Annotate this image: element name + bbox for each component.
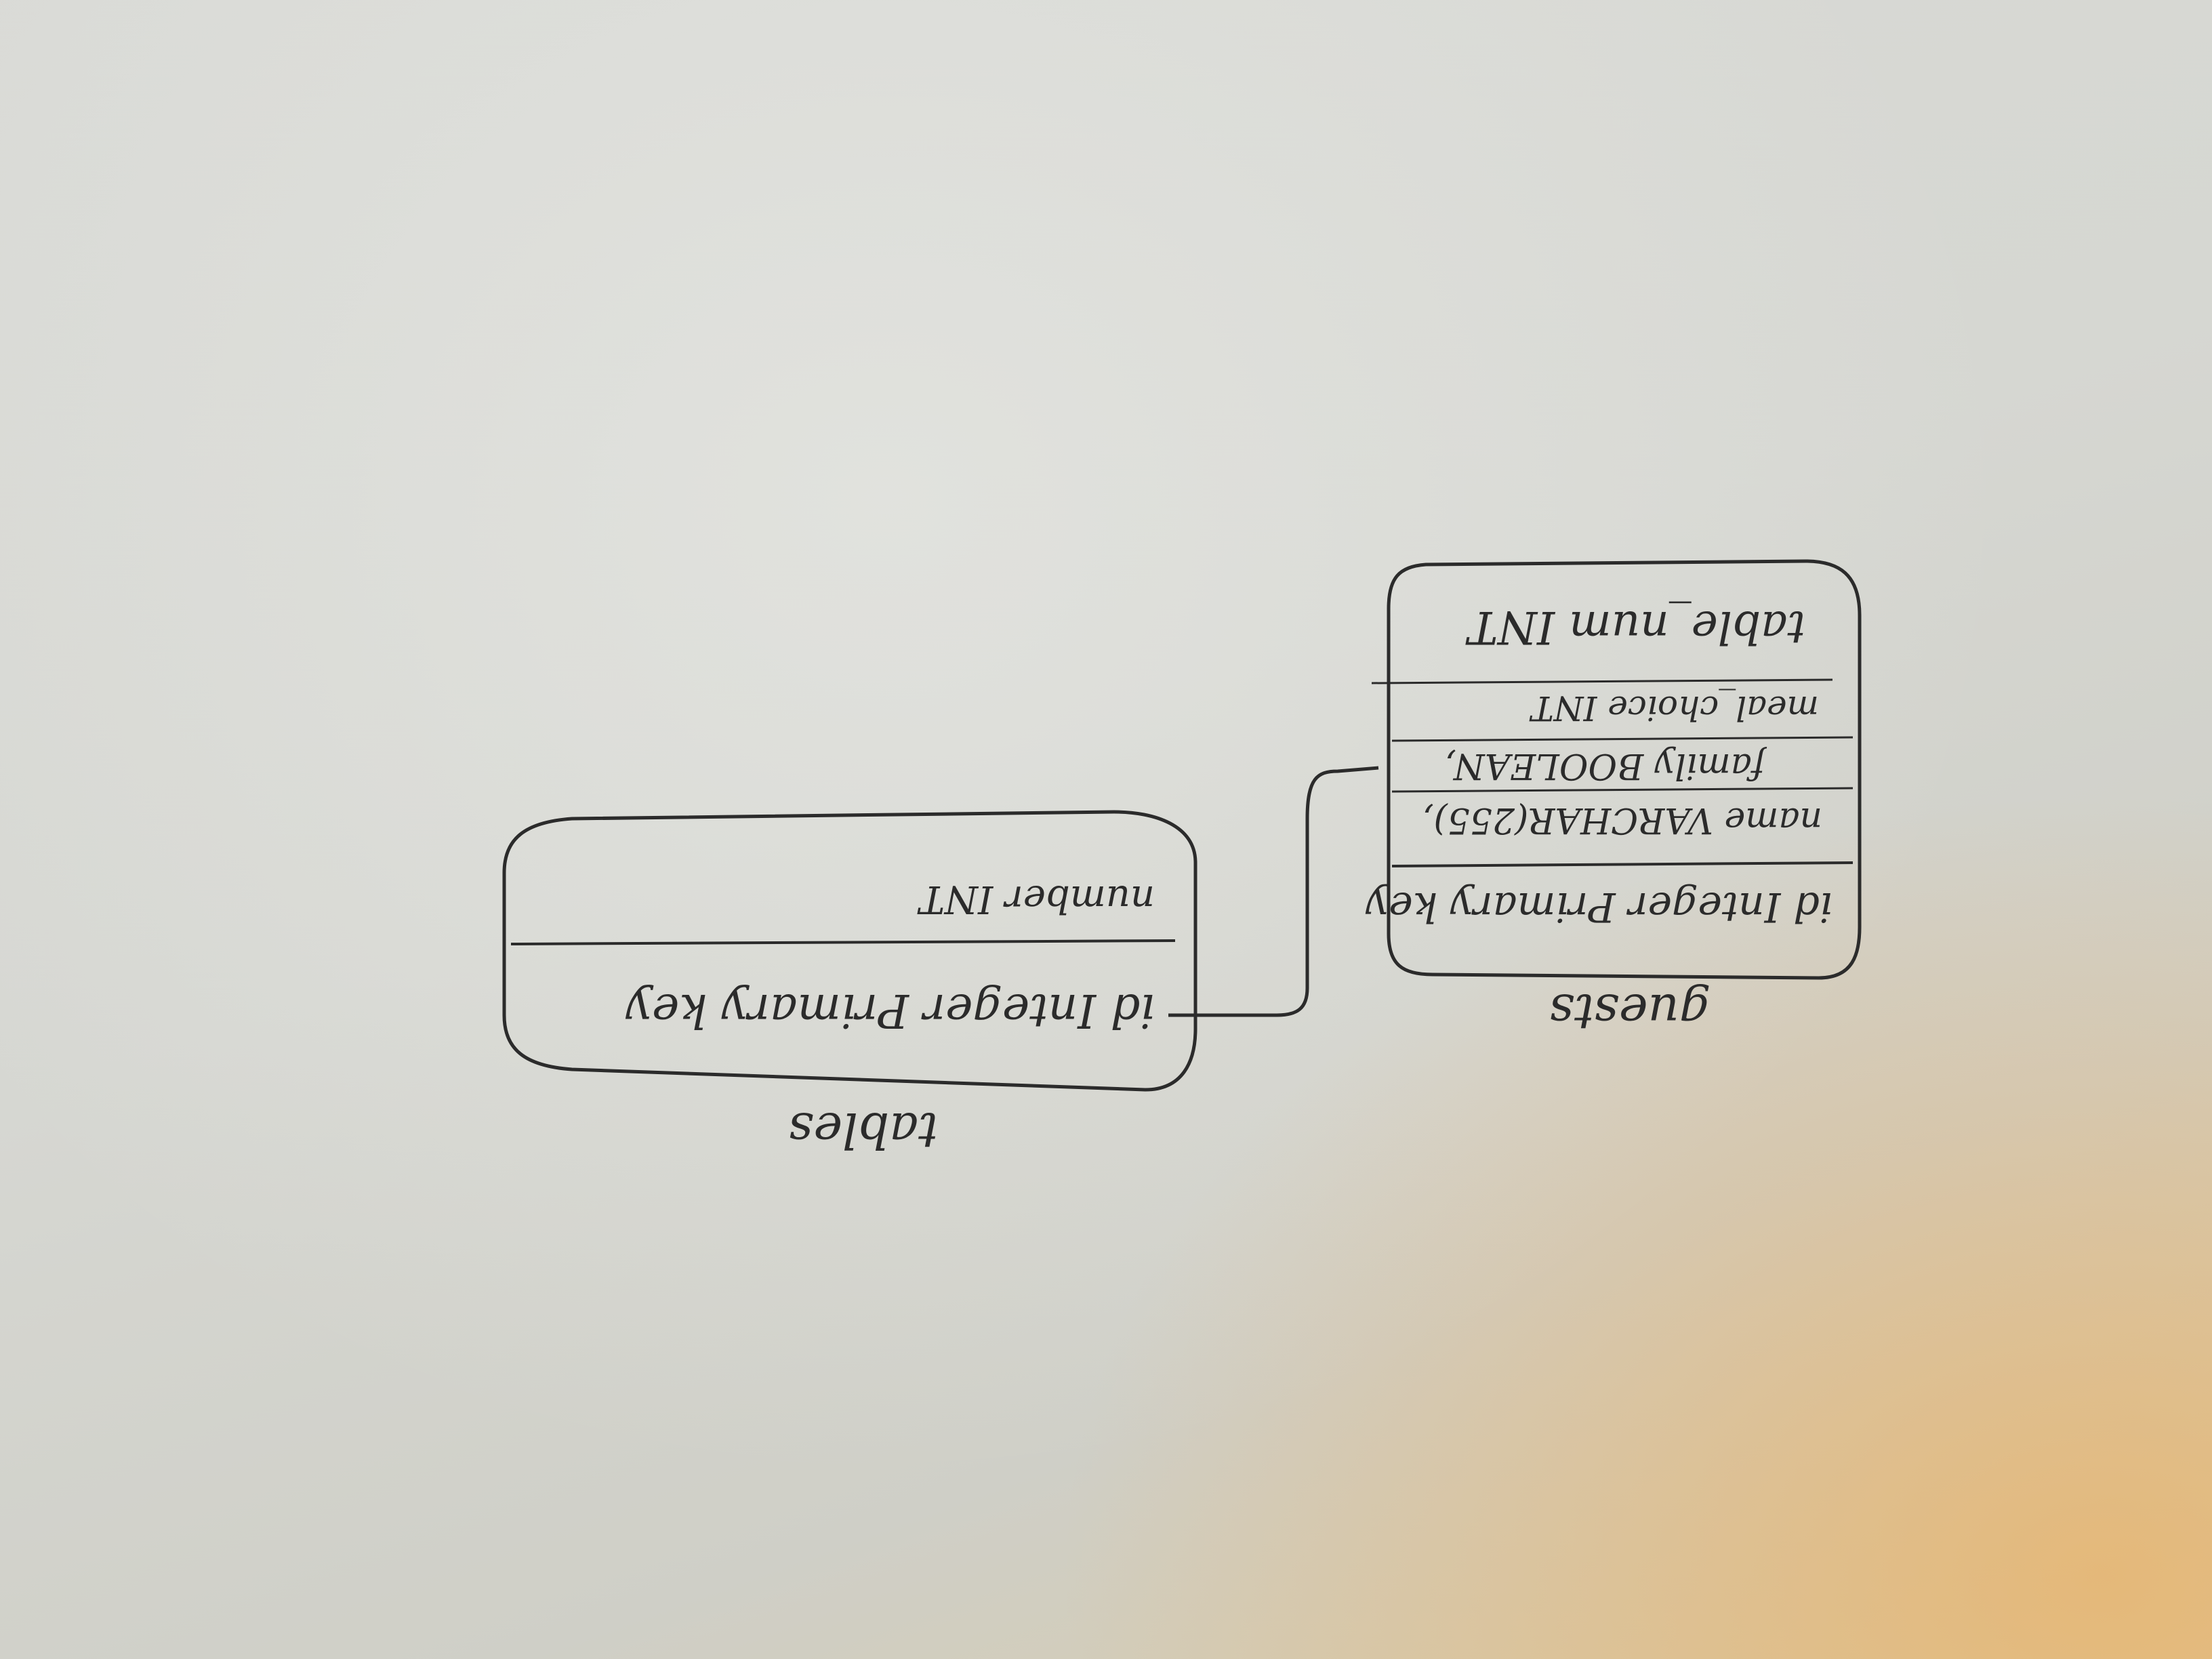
entity-tables-field-0: id Integer Primary key xyxy=(625,983,1155,1037)
entity-tables-field-1: number INT xyxy=(917,877,1155,921)
entity-guests-divider-4 xyxy=(1371,678,1833,684)
entity-guests-field-4: table_num INT xyxy=(1465,601,1805,653)
entity-tables-title: tables xyxy=(788,1102,938,1159)
entity-guests-field-3: meal_choice INT xyxy=(1529,689,1819,728)
entity-tables-divider xyxy=(510,939,1176,945)
entity-guests: guests id Integer Primary key name VARCH… xyxy=(1365,559,1862,1040)
entity-guests-divider-1 xyxy=(1391,861,1853,867)
er-diagram: tables id Integer Primary key number INT… xyxy=(502,559,1862,1159)
entity-tables: tables id Integer Primary key number INT xyxy=(502,810,1197,1159)
relationship-line xyxy=(1168,766,1379,1017)
entity-guests-field-1: name VARCHAR(255), xyxy=(1422,800,1822,840)
entity-tables-box xyxy=(502,810,1197,1092)
entity-guests-title: guests xyxy=(1549,983,1711,1040)
entity-guests-divider-3 xyxy=(1391,736,1853,742)
entity-guests-field-0: id Integer Primary key xyxy=(1365,883,1832,930)
entity-guests-divider-2 xyxy=(1391,787,1853,793)
entity-guests-field-2: family BOOLEAN, xyxy=(1445,745,1767,786)
